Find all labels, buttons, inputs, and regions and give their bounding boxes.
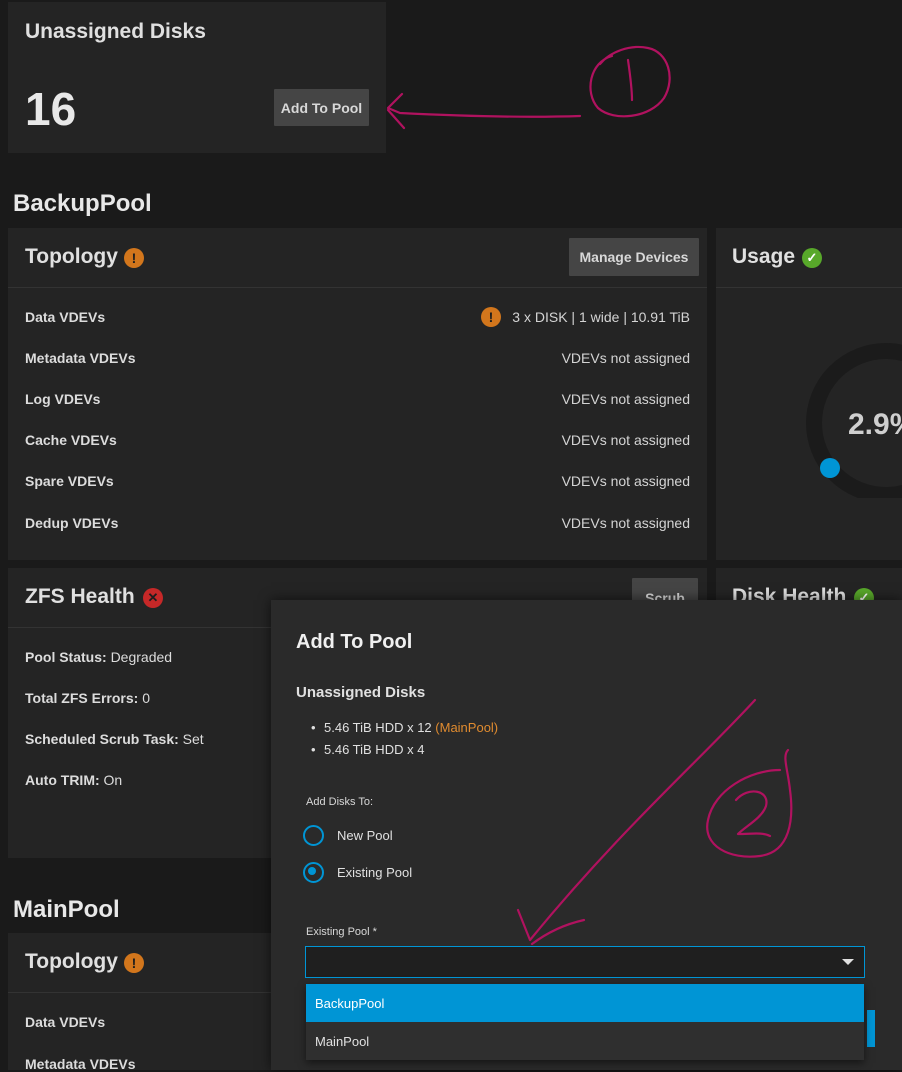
radio-new-pool[interactable]: New Pool: [303, 825, 503, 847]
underlying-page-edge: [898, 650, 902, 830]
add-to-pool-button[interactable]: Add To Pool: [274, 89, 369, 126]
existing-pool-select[interactable]: [305, 946, 865, 978]
disk-item-pool-tag: (MainPool): [435, 720, 499, 735]
annotation-circle-1: [589, 45, 671, 118]
zfs-errors: Total ZFS Errors: 0: [25, 690, 150, 706]
auto-trim-value: On: [103, 772, 123, 788]
disk-list-item: • 5.46 TiB HDD x 4: [311, 742, 425, 757]
bullet: •: [311, 742, 316, 757]
bullet: •: [311, 720, 316, 735]
scrub-task-label: Scheduled Scrub Task:: [25, 731, 179, 747]
pool-status: Pool Status: Degraded: [25, 649, 172, 665]
topology-row-value: VDEVs not assigned: [561, 391, 690, 407]
disk-list-item: • 5.46 TiB HDD x 12 (MainPool): [311, 720, 499, 735]
dialog-title: Add To Pool: [296, 631, 413, 653]
usage-percent: 2.9%: [848, 408, 902, 441]
unassigned-disks-count: 16: [25, 83, 77, 135]
pool-title-backuppool: BackupPool: [13, 190, 152, 217]
topology-row-label: Metadata VDEVs: [25, 350, 136, 366]
dropdown-option-mainpool[interactable]: MainPool: [306, 1022, 864, 1060]
unassigned-disks-card: Unassigned Disks 16 Add To Pool: [8, 2, 386, 153]
topology-row-value: VDEVs not assigned: [561, 515, 690, 531]
dialog-subtitle: Unassigned Disks: [296, 684, 426, 701]
radio-existing-pool[interactable]: Existing Pool: [303, 862, 503, 884]
existing-pool-dropdown: BackupPool MainPool: [306, 984, 864, 1060]
warning-icon: !: [124, 953, 144, 973]
zfs-health-title: ZFS Health: [25, 585, 135, 608]
dropdown-option-backuppool[interactable]: BackupPool: [306, 984, 864, 1022]
topology-row-value: 3 x DISK | 1 wide | 10.91 TiB: [512, 309, 690, 325]
topology-row-label: Cache VDEVs: [25, 432, 117, 448]
topology-row-label: Spare VDEVs: [25, 473, 114, 489]
usage-divider: [716, 287, 902, 288]
radio-label: New Pool: [337, 828, 393, 843]
topology-title: Topology: [25, 245, 118, 268]
topology-row-label: Log VDEVs: [25, 391, 101, 407]
topology-divider: [8, 287, 707, 288]
topology-row-label: Dedup VDEVs: [25, 515, 119, 531]
add-disks-to-label: Add Disks To:: [306, 796, 374, 808]
check-icon: ✓: [802, 248, 822, 268]
usage-card: Usage ✓ 2.9%: [716, 228, 902, 560]
radio-button[interactable]: [303, 825, 324, 846]
pool-status-value: Degraded: [110, 649, 173, 665]
existing-pool-label: Existing Pool *: [306, 926, 377, 938]
mainpool-topology-title: Topology: [25, 950, 118, 973]
error-icon: ✕: [143, 588, 163, 608]
unassigned-disks-title: Unassigned Disks: [25, 20, 206, 43]
disk-item-text: 5.46 TiB HDD x 4: [324, 742, 425, 757]
topology-row-value: VDEVs not assigned: [561, 350, 690, 366]
annotation-arrow-1: [386, 92, 582, 130]
annotation-numeral-1: [626, 58, 634, 102]
zfs-errors-label: Total ZFS Errors:: [25, 690, 139, 706]
scrub-task-value: Set: [182, 731, 204, 747]
usage-gauge-fill: [820, 458, 840, 478]
radio-button-checked[interactable]: [303, 862, 324, 883]
chevron-down-icon[interactable]: [842, 959, 854, 966]
warning-icon: !: [124, 248, 144, 268]
topology-row-value: VDEVs not assigned: [561, 473, 690, 489]
pool-title-mainpool: MainPool: [13, 896, 120, 923]
usage-title: Usage: [732, 245, 796, 268]
topology-row-label: Data VDEVs: [25, 1014, 106, 1030]
zfs-errors-value: 0: [142, 690, 150, 706]
submit-button-partial[interactable]: [867, 1010, 875, 1047]
topology-card: Topology ! Manage Devices Data VDEVs ! 3…: [8, 228, 707, 560]
topology-row-label: Data VDEVs: [25, 309, 106, 325]
auto-trim: Auto TRIM: On: [25, 772, 122, 788]
topology-row-value: VDEVs not assigned: [561, 432, 690, 448]
manage-devices-button[interactable]: Manage Devices: [569, 238, 699, 276]
pool-status-label: Pool Status:: [25, 649, 107, 665]
auto-trim-label: Auto TRIM:: [25, 772, 100, 788]
warning-icon: !: [481, 307, 501, 327]
radio-label: Existing Pool: [337, 865, 413, 880]
add-to-pool-dialog: Add To Pool Unassigned Disks • 5.46 TiB …: [271, 600, 902, 1070]
scrub-task: Scheduled Scrub Task: Set: [25, 731, 204, 747]
disk-item-text: 5.46 TiB HDD x 12: [324, 720, 432, 735]
